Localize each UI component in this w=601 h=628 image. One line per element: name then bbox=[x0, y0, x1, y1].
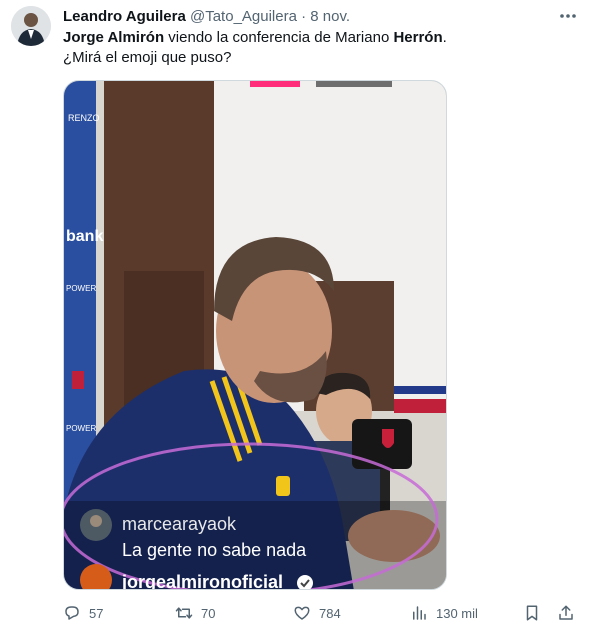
mention-herron: Herrón bbox=[393, 29, 443, 46]
retweet-button[interactable]: 70 bbox=[175, 602, 215, 624]
bookmark-icon bbox=[523, 604, 541, 622]
reply-count: 57 bbox=[89, 605, 104, 621]
comment-username: marcearayaok bbox=[122, 514, 237, 534]
tweet: Leandro Aguilera @Tato_Aguilera · 8 nov.… bbox=[0, 0, 601, 628]
tweet-actions: 57 70 784 130 mil bbox=[63, 602, 583, 624]
retweet-icon bbox=[175, 604, 193, 622]
tweet-text-end: . bbox=[442, 29, 447, 46]
svg-text:bank: bank bbox=[66, 228, 103, 245]
more-icon[interactable] bbox=[556, 6, 580, 26]
tweet-date[interactable]: 8 nov. bbox=[310, 8, 350, 25]
bookmark-button[interactable] bbox=[523, 602, 541, 624]
share-button[interactable] bbox=[557, 602, 575, 624]
svg-text:POWER: POWER bbox=[66, 424, 96, 433]
views-count: 130 mil bbox=[436, 605, 478, 621]
tweet-header: Leandro Aguilera @Tato_Aguilera · 8 nov. bbox=[63, 8, 350, 28]
svg-text:POWER: POWER bbox=[66, 284, 96, 293]
like-button[interactable]: 784 bbox=[293, 602, 341, 624]
next-comment-username: jorgealmirono​ficial bbox=[121, 572, 283, 590]
tweet-text-mid: viendo la conferencia de Mariano bbox=[164, 29, 394, 46]
reply-icon bbox=[63, 604, 81, 622]
header-separator: · bbox=[301, 8, 307, 25]
mention-almiron: Jorge Almirón bbox=[63, 29, 165, 46]
author-name[interactable]: Leandro Aguilera bbox=[63, 8, 186, 25]
tweet-text-line-1: Jorge Almirón viendo la conferencia de M… bbox=[63, 28, 583, 48]
tweet-text: Jorge Almirón viendo la conferencia de M… bbox=[63, 28, 583, 68]
views-icon bbox=[410, 604, 428, 622]
share-icon bbox=[557, 604, 575, 622]
comment-text: La gente no sabe nada bbox=[122, 540, 307, 560]
like-count: 784 bbox=[319, 605, 341, 621]
avatar[interactable] bbox=[11, 6, 51, 46]
author-handle[interactable]: @Tato_Aguilera bbox=[190, 8, 297, 25]
like-icon bbox=[293, 604, 311, 622]
reply-button[interactable]: 57 bbox=[63, 602, 103, 624]
retweet-count: 70 bbox=[201, 605, 216, 621]
tweet-media[interactable]: RENZO bank POWER POWER marcearayaok La g… bbox=[63, 80, 447, 590]
svg-text:RENZO: RENZO bbox=[68, 113, 100, 123]
views-button[interactable]: 130 mil bbox=[410, 602, 478, 624]
tweet-text-line-2: ¿Mirá el emoji que puso? bbox=[63, 49, 232, 66]
